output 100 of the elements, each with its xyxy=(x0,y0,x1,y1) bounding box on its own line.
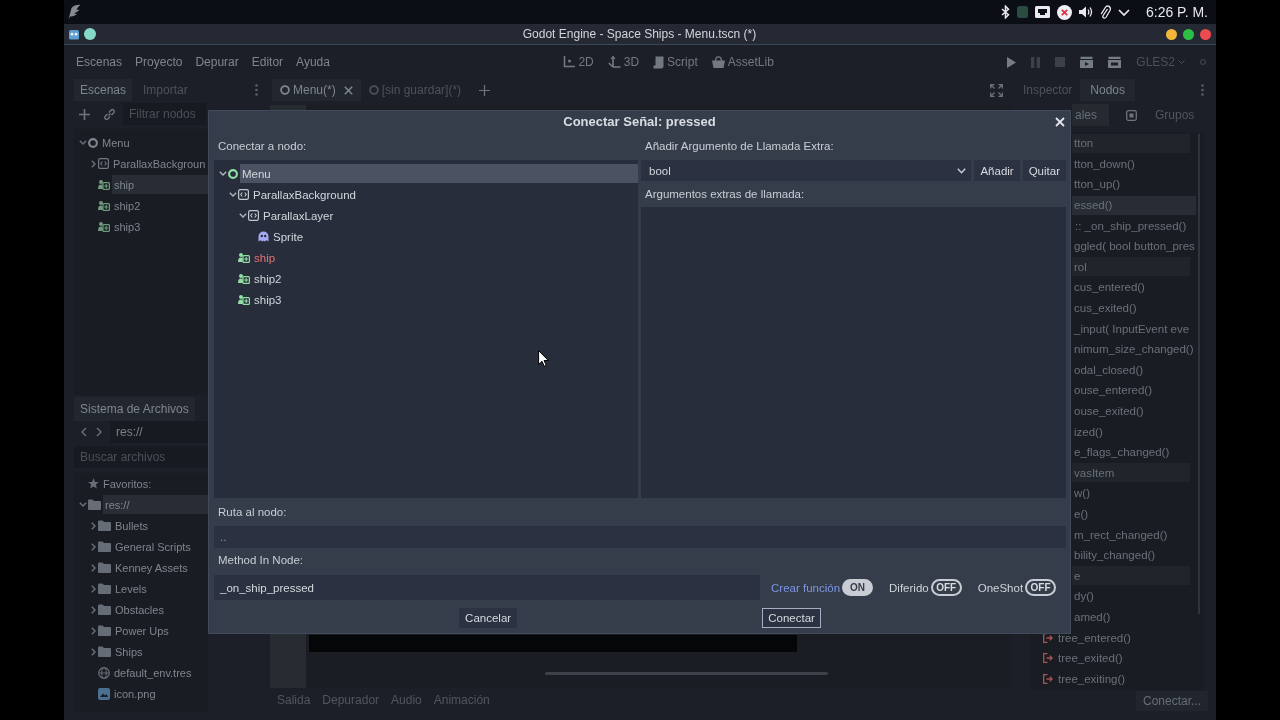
scrollbar-thumb[interactable] xyxy=(545,672,828,675)
signal-item[interactable]: dy() xyxy=(1072,586,1094,606)
chevron-right-icon[interactable] xyxy=(90,626,96,635)
file-item[interactable]: default_env.tres xyxy=(112,663,194,682)
scene-node[interactable]: ship3 xyxy=(112,217,143,236)
add-button[interactable]: Añadir xyxy=(974,160,1020,181)
workspace-tab[interactable]: Script xyxy=(653,55,698,69)
file-item[interactable]: Kenney Assets xyxy=(113,558,190,577)
error-badge-icon[interactable] xyxy=(1057,4,1072,20)
forward-icon[interactable] xyxy=(96,427,102,437)
dialog-button[interactable]: Conectar xyxy=(762,608,821,628)
scene-tab[interactable]: Menu(*) xyxy=(272,79,361,101)
signal-item[interactable]: w() xyxy=(1072,483,1090,503)
signal-item[interactable]: ized() xyxy=(1072,422,1103,442)
close-icon[interactable] xyxy=(343,85,353,95)
bottom-panel-tab[interactable]: Animación xyxy=(433,693,490,707)
connection-item[interactable]: :: _on_ship_pressed() xyxy=(1072,216,1187,236)
chevron-right-icon[interactable] xyxy=(90,584,96,593)
file-item[interactable]: Power Ups xyxy=(113,621,171,640)
paperclip-icon[interactable] xyxy=(1100,4,1111,20)
workspace-tab[interactable]: 3D xyxy=(607,55,640,69)
signal-item[interactable]: m_rect_changed() xyxy=(1072,525,1168,545)
add-icon[interactable] xyxy=(79,108,90,120)
feather-icon[interactable] xyxy=(67,4,81,20)
search-field[interactable]: Buscar archivos xyxy=(74,446,208,468)
maximize-button[interactable] xyxy=(1183,28,1194,40)
connect-button[interactable]: Conectar... xyxy=(1135,691,1208,711)
node-item[interactable]: Menu xyxy=(240,164,638,183)
node-item[interactable]: ParallaxBackground xyxy=(251,185,358,204)
signal-item[interactable]: bility_changed() xyxy=(1072,545,1156,565)
node-item[interactable]: ship xyxy=(252,248,278,267)
play-icon[interactable] xyxy=(1007,56,1017,68)
minimize-button[interactable] xyxy=(1166,28,1177,40)
section-tab[interactable]: ales xyxy=(1072,104,1109,126)
node-item[interactable]: Sprite xyxy=(271,227,306,246)
bottom-panel-tab[interactable]: Depurador xyxy=(322,693,380,707)
signal-item[interactable]: ouse_exited() xyxy=(1072,401,1144,421)
menubar-item[interactable]: Editor xyxy=(251,55,284,69)
workspace-tab[interactable]: 2D xyxy=(563,55,594,69)
menubar-item[interactable]: Escenas xyxy=(76,55,123,69)
toggle-switch[interactable]: Diferido OFF xyxy=(889,579,962,596)
menubar-item[interactable]: Proyecto xyxy=(135,55,183,69)
clapperboard-icon[interactable] xyxy=(1108,56,1122,68)
fullscreen-icon[interactable] xyxy=(990,83,1003,97)
back-icon[interactable] xyxy=(81,427,87,437)
bluetooth-icon[interactable] xyxy=(1001,5,1010,19)
workspace-tab[interactable]: AssetLib xyxy=(711,55,774,69)
signal-item[interactable]: essed() xyxy=(1072,195,1196,215)
scene-node[interactable]: ship xyxy=(112,175,208,194)
file-item[interactable]: res:// xyxy=(103,495,208,514)
section-tab[interactable]: Grupos xyxy=(1117,104,1203,126)
signal-item[interactable]: cus_entered() xyxy=(1072,277,1145,297)
scene-node[interactable]: Menu xyxy=(100,133,132,152)
signal-item[interactable]: tton_down() xyxy=(1072,154,1135,174)
chevron-right-icon[interactable] xyxy=(90,159,96,168)
signal-item[interactable]: _input( InputEvent eve xyxy=(1072,319,1190,339)
menubar-item[interactable]: Depurar xyxy=(195,55,239,69)
method-field[interactable]: _on_ship_pressed xyxy=(214,575,760,600)
chevron-right-icon[interactable] xyxy=(90,605,96,614)
dock-tab[interactable]: Nodos xyxy=(1080,79,1136,101)
close-button[interactable] xyxy=(1200,28,1211,40)
signal-item[interactable]: cus_exited() xyxy=(1072,298,1137,318)
signal-item[interactable]: nimum_size_changed() xyxy=(1072,339,1194,359)
signal-item[interactable]: odal_closed() xyxy=(1072,360,1144,380)
filter-field[interactable]: Filtrar nodos xyxy=(123,103,206,125)
file-item[interactable]: Ships xyxy=(113,642,145,661)
file-item[interactable]: General Scripts xyxy=(113,537,193,556)
chevron-right-icon[interactable] xyxy=(90,542,96,551)
file-item[interactable]: Favoritos: xyxy=(101,474,154,493)
file-item[interactable]: Levels xyxy=(113,579,149,598)
toggle-switch[interactable]: OneShot OFF xyxy=(977,579,1057,596)
node-item[interactable]: ParallaxLayer xyxy=(261,206,336,225)
type-dropdown[interactable]: bool xyxy=(641,160,972,181)
file-item[interactable]: Obstacles xyxy=(113,600,166,619)
link-icon[interactable] xyxy=(103,107,116,121)
signal-item[interactable]: e_flags_changed() xyxy=(1072,442,1170,462)
signal-item[interactable]: tree_exited() xyxy=(1056,648,1123,668)
signal-item[interactable]: e() xyxy=(1072,504,1089,524)
dock-tab[interactable]: Escenas xyxy=(74,79,133,101)
remove-button[interactable]: Quitar xyxy=(1022,160,1066,181)
signal-item[interactable]: tree_exiting() xyxy=(1056,669,1126,689)
signal-item[interactable]: amed() xyxy=(1072,607,1111,627)
kebab-menu-icon[interactable] xyxy=(255,84,258,96)
toggle-switch[interactable]: Crear función ON xyxy=(771,579,874,596)
file-item[interactable]: Bullets xyxy=(113,516,151,535)
scene-node[interactable]: ParallaxBackgroun xyxy=(111,154,208,173)
dock-tab[interactable]: Sistema de Archivos xyxy=(74,397,195,421)
dot-icon[interactable] xyxy=(84,28,96,40)
node-item[interactable]: ship3 xyxy=(252,290,284,309)
dialog-button[interactable]: Cancelar xyxy=(459,608,518,628)
file-item[interactable]: icon.png xyxy=(112,684,158,703)
chevron-right-icon[interactable] xyxy=(90,563,96,572)
bottom-panel-tab[interactable]: Audio xyxy=(391,693,422,707)
signal-item[interactable]: tree_entered() xyxy=(1056,628,1131,648)
signal-item[interactable]: ouse_entered() xyxy=(1072,380,1152,400)
volume-icon[interactable] xyxy=(1079,6,1093,18)
scene-node[interactable]: ship2 xyxy=(112,196,143,215)
bottom-panel-tab[interactable]: Salida xyxy=(277,693,311,707)
node-item[interactable]: ship2 xyxy=(252,269,284,288)
kebab-menu-icon[interactable] xyxy=(1201,84,1204,96)
